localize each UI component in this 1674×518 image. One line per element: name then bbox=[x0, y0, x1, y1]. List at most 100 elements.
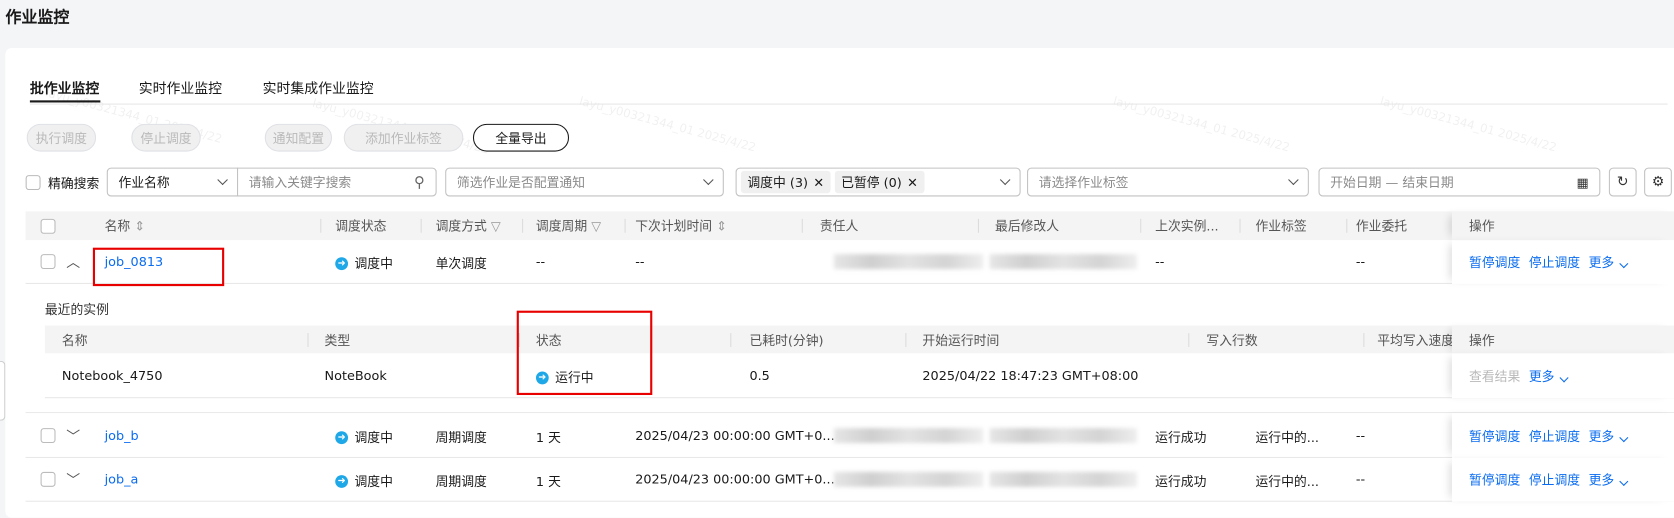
owner-redacted bbox=[833, 254, 984, 270]
recent-instances-title: 最近的实例 bbox=[44, 302, 109, 318]
tag-placeholder: 请选择作业标签 bbox=[1038, 175, 1129, 191]
column-label: 调度方式 bbox=[435, 218, 487, 234]
job-name-link[interactable]: job_a bbox=[105, 472, 139, 487]
chevron-down-icon bbox=[1619, 432, 1629, 442]
inst-col-rows: 写入行数 bbox=[1206, 332, 1258, 348]
filter-icon[interactable]: ▽ bbox=[491, 219, 501, 234]
chevron-down-icon[interactable]: ﹀ bbox=[66, 425, 80, 445]
status-text: 调度中 bbox=[354, 256, 393, 272]
column-mode[interactable]: 调度方式 ▽ bbox=[436, 217, 501, 235]
search-icon[interactable]: ⚲ bbox=[414, 173, 425, 190]
instance-name: Notebook_4750 bbox=[61, 368, 163, 384]
page-title: 作业监控 bbox=[5, 7, 70, 27]
add-tag-button[interactable]: 添加作业标签 bbox=[343, 123, 464, 152]
close-icon[interactable]: ✕ bbox=[907, 175, 918, 190]
running-icon: ➜ bbox=[335, 256, 349, 270]
tab-realtime-job[interactable]: 实时作业监控 bbox=[139, 77, 222, 97]
pause-schedule-link[interactable]: 暂停调度 bbox=[1469, 253, 1520, 271]
chevron-down-icon[interactable]: ﹀ bbox=[66, 469, 80, 489]
select-all-checkbox[interactable] bbox=[40, 218, 56, 234]
stop-schedule-button[interactable]: 停止调度 bbox=[131, 123, 201, 152]
column-last-instance: 上次实例... bbox=[1155, 218, 1219, 234]
chevron-down-icon bbox=[1559, 372, 1569, 382]
pause-schedule-link[interactable]: 暂停调度 bbox=[1469, 427, 1520, 445]
column-modifier: 最后修改人 bbox=[995, 218, 1060, 234]
instance-start: 2025/04/22 18:47:23 GMT+08:00 bbox=[922, 368, 1139, 384]
keyword-search-input[interactable]: 请输入关键字搜索 ⚲ bbox=[237, 167, 437, 197]
more-menu[interactable]: 更多 bbox=[1588, 427, 1629, 445]
tag-filter-select[interactable]: 请选择作业标签 bbox=[1027, 167, 1309, 197]
export-all-button[interactable]: 全量导出 bbox=[472, 123, 570, 152]
modifier-redacted bbox=[989, 471, 1137, 487]
exact-search-checkbox[interactable] bbox=[25, 175, 41, 191]
chevron-up-icon[interactable]: ︿ bbox=[66, 251, 80, 271]
date-placeholder: 开始日期 — 结束日期 bbox=[1330, 175, 1454, 191]
chevron-down-icon bbox=[217, 174, 228, 186]
close-icon[interactable]: ✕ bbox=[813, 175, 824, 190]
column-next-time[interactable]: 下次计划时间 ⇕ bbox=[635, 217, 727, 235]
chevron-down-icon bbox=[999, 174, 1011, 186]
status-tag: 已暂停 (0) ✕ bbox=[834, 170, 925, 194]
status-text: 调度中 bbox=[354, 474, 393, 489]
gear-icon: ⚙ bbox=[1651, 174, 1665, 191]
chevron-down-icon bbox=[1288, 174, 1299, 186]
table-row: ﹀ job_b ➜ 调度中 周期调度 1 天 2025/04/23 00:00:0… bbox=[25, 413, 1674, 459]
next-time-cell: -- bbox=[635, 254, 645, 270]
job-name-link[interactable]: job_b bbox=[105, 428, 139, 443]
column-owner: 责任人 bbox=[819, 218, 859, 234]
table-header: 名称 ⇕ 调度状态 调度方式 ▽ 调度周期 ▽ 下次计划时间 ⇕ 责任人 最后修… bbox=[25, 211, 1674, 241]
instances-header: 名称 类型 状态 已耗时(分钟) 开始运行时间 写入行数 平均写入速度 bbox=[44, 325, 1674, 354]
tags-cell: 运行中的... bbox=[1255, 430, 1319, 446]
owner-redacted bbox=[833, 428, 984, 444]
more-menu[interactable]: 更多 bbox=[1588, 253, 1629, 271]
row-checkbox[interactable] bbox=[40, 471, 56, 487]
notify-filter-select[interactable]: 筛选作业是否配置通知 bbox=[445, 167, 724, 197]
search-field-select[interactable]: 作业名称 bbox=[106, 167, 239, 197]
cycle-cell: 1 天 bbox=[535, 474, 561, 489]
active-tab-indicator bbox=[29, 100, 101, 103]
stop-schedule-link[interactable]: 停止调度 bbox=[1529, 253, 1580, 271]
view-result-link[interactable]: 查看结果 bbox=[1469, 367, 1520, 385]
stop-schedule-link[interactable]: 停止调度 bbox=[1529, 471, 1580, 489]
sort-icon[interactable]: ⇕ bbox=[134, 219, 145, 234]
run-schedule-button[interactable]: 执行调度 bbox=[26, 123, 97, 152]
running-icon: ➜ bbox=[335, 474, 349, 488]
cycle-cell: -- bbox=[535, 254, 546, 270]
instance-elapsed: 0.5 bbox=[749, 368, 770, 384]
mode-cell: 单次调度 bbox=[435, 256, 487, 272]
cycle-cell: 1 天 bbox=[535, 430, 561, 446]
column-cycle[interactable]: 调度周期 ▽ bbox=[536, 217, 601, 235]
pause-schedule-link[interactable]: 暂停调度 bbox=[1469, 471, 1520, 489]
refresh-button[interactable]: ↻ bbox=[1608, 167, 1637, 197]
more-label: 更多 bbox=[1588, 428, 1615, 444]
table-row: ︿ job_0813 ➜ 调度中 单次调度 -- -- -- -- bbox=[25, 240, 1674, 284]
sort-icon[interactable]: ⇕ bbox=[716, 219, 727, 234]
tab-batch-job[interactable]: 批作业监控 bbox=[30, 77, 99, 97]
inst-col-type: 类型 bbox=[324, 332, 351, 348]
modifier-redacted bbox=[989, 428, 1137, 444]
more-menu[interactable]: 更多 bbox=[1589, 471, 1629, 489]
column-name[interactable]: 名称 ⇕ bbox=[105, 217, 145, 235]
filter-icon[interactable]: ▽ bbox=[591, 219, 601, 234]
tab-realtime-integration-job[interactable]: 实时集成作业监控 bbox=[263, 77, 374, 97]
column-delegate: 作业委托 bbox=[1355, 218, 1408, 234]
row-checkbox[interactable] bbox=[40, 254, 56, 270]
date-range-picker[interactable]: 开始日期 — 结束日期 ▦ bbox=[1318, 167, 1601, 197]
row-checkbox[interactable] bbox=[40, 428, 56, 444]
highlight-box-instance-status bbox=[516, 310, 653, 396]
column-label: 下次计划时间 bbox=[635, 218, 713, 234]
status-cell: ➜ 调度中 bbox=[335, 428, 393, 446]
mode-cell: 周期调度 bbox=[435, 474, 487, 489]
stop-schedule-link[interactable]: 停止调度 bbox=[1529, 427, 1580, 445]
settings-button[interactable]: ⚙ bbox=[1644, 167, 1672, 197]
calendar-icon[interactable]: ▦ bbox=[1576, 175, 1588, 190]
status-filter-select[interactable]: 调度中 (3) ✕ 已暂停 (0) ✕ bbox=[735, 167, 1021, 197]
side-handle[interactable] bbox=[0, 360, 6, 421]
chevron-down-icon bbox=[1619, 476, 1629, 487]
more-menu[interactable]: 更多 bbox=[1528, 367, 1569, 385]
notify-config-button[interactable]: 通知配置 bbox=[264, 123, 333, 152]
keyword-placeholder: 请输入关键字搜索 bbox=[248, 175, 352, 191]
more-label: 更多 bbox=[1528, 368, 1555, 384]
table-row: ﹀ job_a ➜ 调度中 周期调度 1 天 2025/04/23 00:00:0… bbox=[25, 458, 1674, 502]
more-label: 更多 bbox=[1588, 255, 1615, 271]
